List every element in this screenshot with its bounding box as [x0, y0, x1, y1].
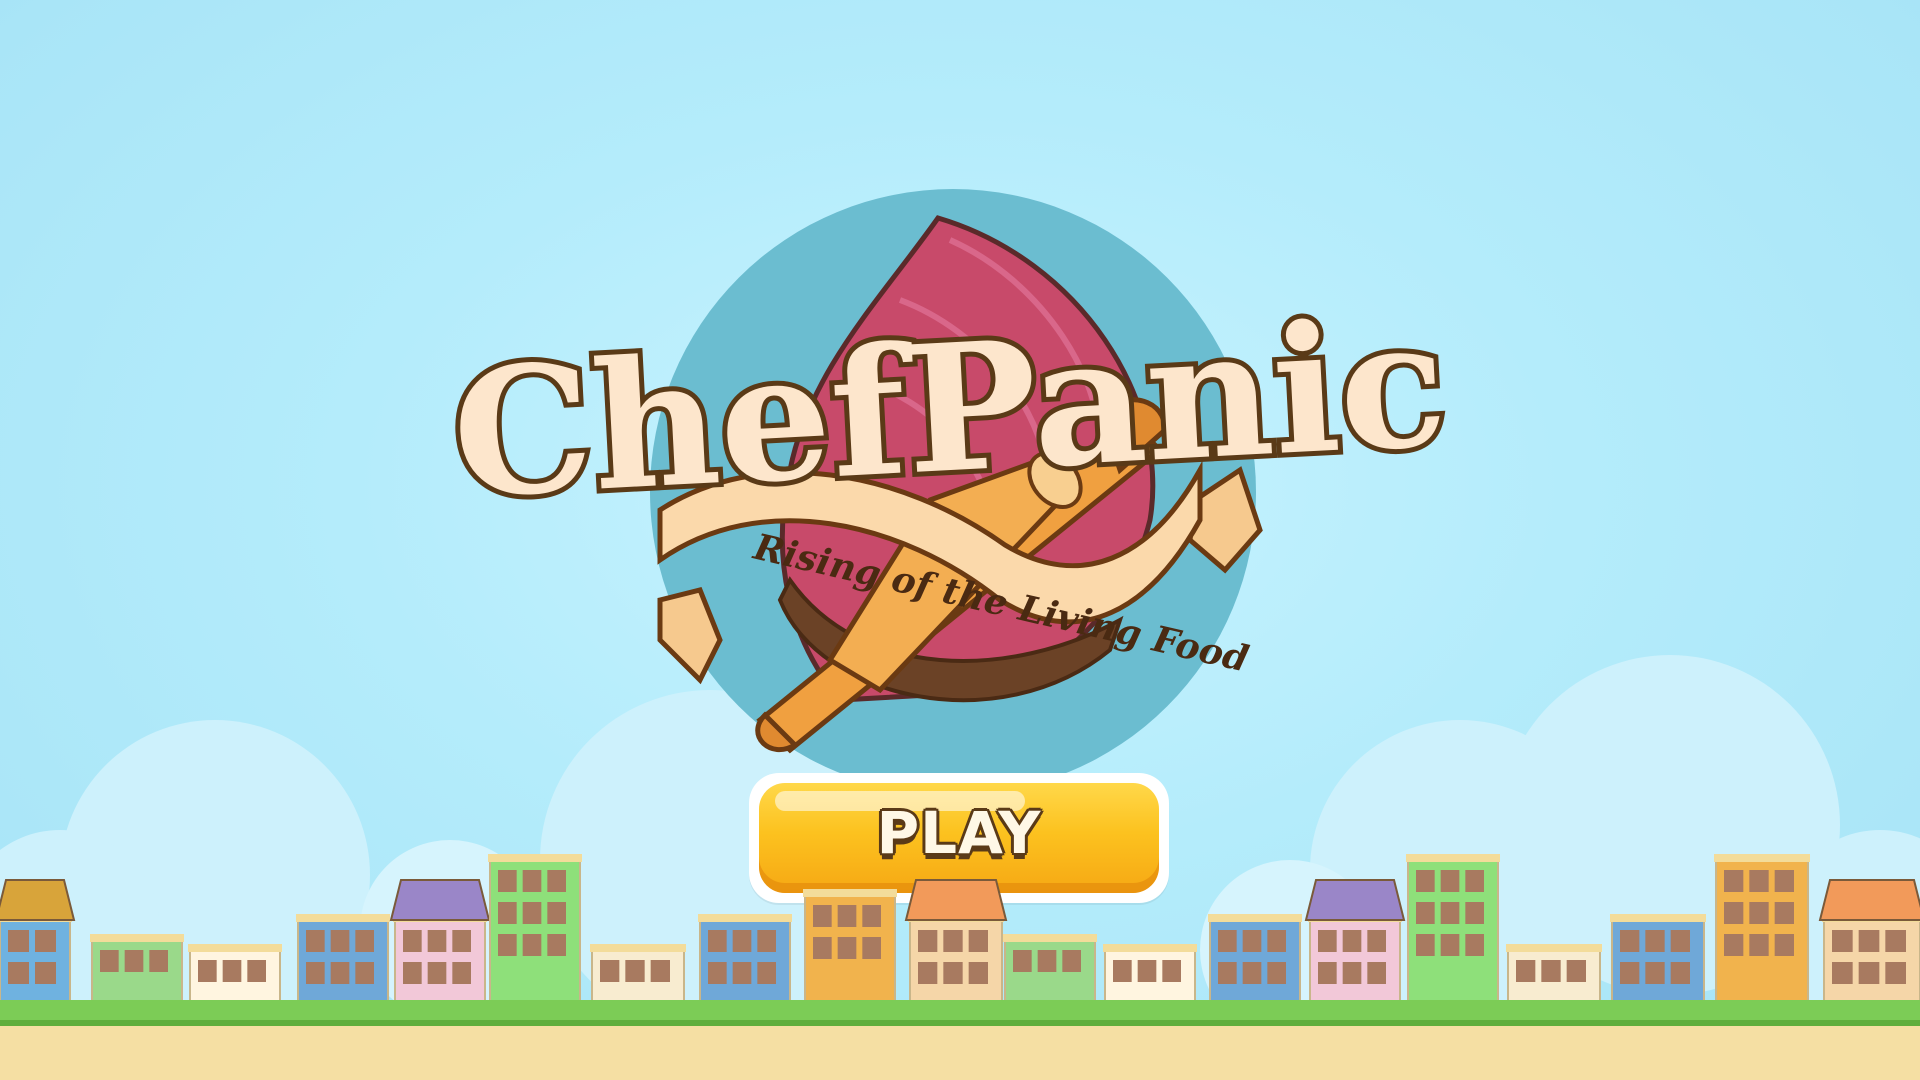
ground	[0, 1000, 1920, 1080]
town-skyline	[0, 854, 1920, 1010]
building	[488, 854, 582, 1010]
building	[1610, 914, 1706, 1010]
building	[296, 914, 390, 1010]
building	[0, 879, 76, 1010]
logo-title: ChefPanic	[448, 281, 1451, 538]
building	[1406, 854, 1500, 1010]
building	[1304, 879, 1406, 1010]
building	[698, 914, 792, 1010]
building	[803, 889, 897, 1010]
title-screen: Rising of the Living Food ChefPanic PLAY	[0, 0, 1920, 1080]
building	[1714, 854, 1810, 1010]
building	[1003, 934, 1097, 1010]
building	[1818, 879, 1920, 1010]
building	[389, 879, 491, 1010]
building	[904, 879, 1008, 1010]
sand	[0, 1020, 1920, 1080]
building	[1208, 914, 1302, 1010]
building	[90, 934, 184, 1010]
grass-edge	[0, 1020, 1920, 1026]
